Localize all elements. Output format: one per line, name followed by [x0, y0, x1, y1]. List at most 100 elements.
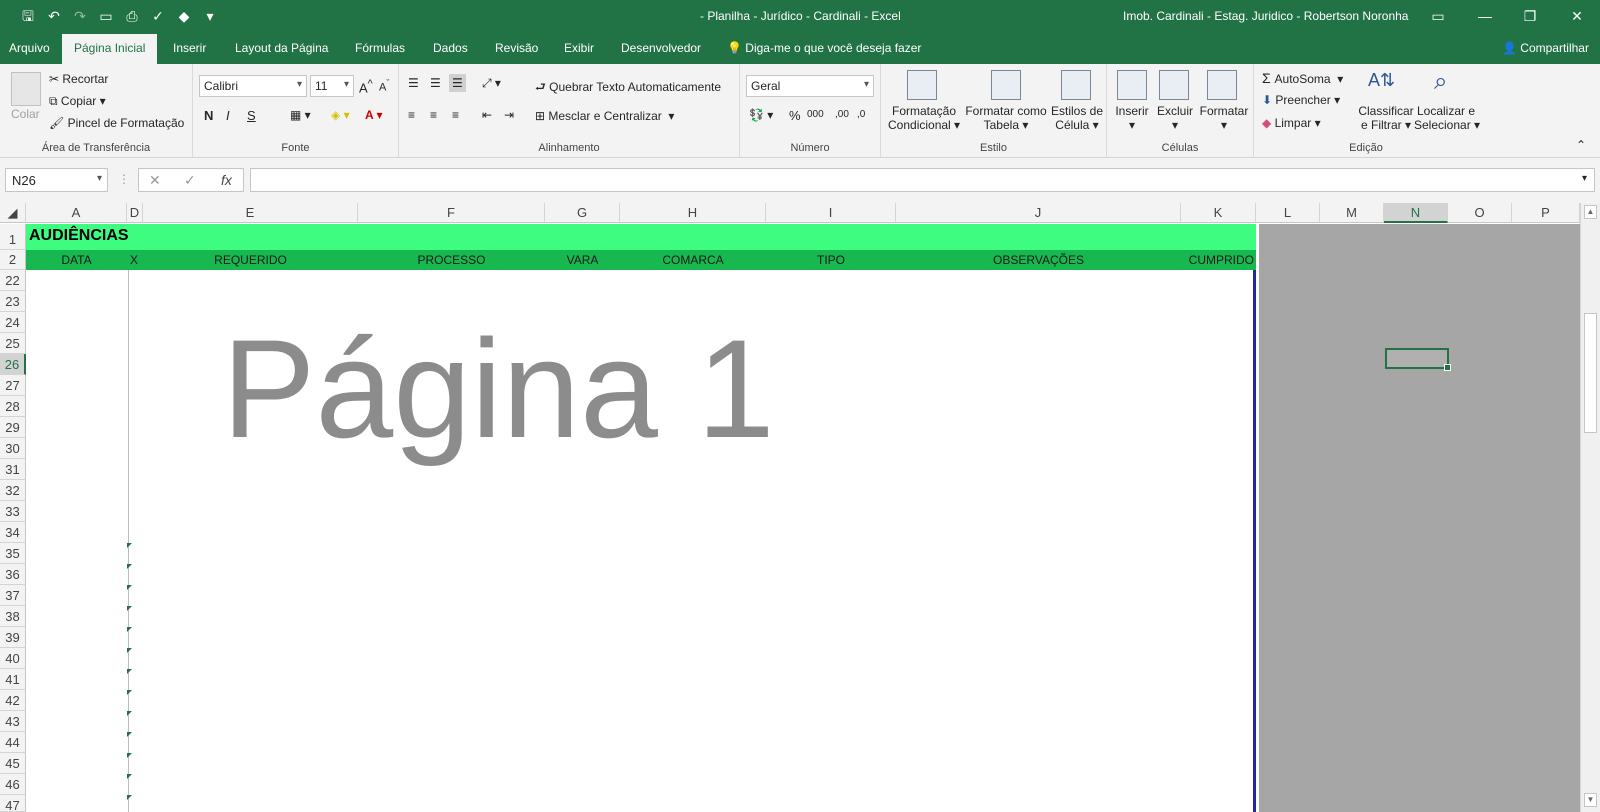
header-cell[interactable]: OBSERVAÇÕES	[896, 253, 1181, 267]
fill-color-icon[interactable]: ◆	[174, 7, 194, 25]
title-row[interactable]: AUDIÊNCIAS	[26, 224, 1256, 250]
row-header[interactable]: 31	[0, 459, 26, 480]
error-indicator-icon[interactable]	[127, 606, 132, 611]
row-header[interactable]: 22	[0, 270, 26, 291]
column-header[interactable]: H	[620, 203, 766, 223]
column-header[interactable]: A	[26, 203, 127, 223]
active-cell-n26[interactable]	[1385, 348, 1451, 371]
expand-formula-icon[interactable]: ▾	[1582, 173, 1587, 184]
increase-indent-icon[interactable]: ⇥	[504, 108, 514, 122]
row-header[interactable]: 24	[0, 312, 26, 333]
open-icon[interactable]: ▭	[96, 7, 116, 25]
font-size-select[interactable]: 11	[310, 75, 354, 97]
cell-styles-button[interactable]: Estilos de Célula ▾	[1049, 104, 1105, 132]
format-as-table-button[interactable]: Formatar como Tabela ▾	[963, 104, 1049, 132]
tab-arquivo[interactable]: Arquivo	[9, 41, 50, 55]
borders-icon[interactable]: ▦ ▾	[290, 108, 311, 122]
row-header[interactable]: 33	[0, 501, 26, 522]
number-format-select[interactable]: Geral	[746, 75, 874, 97]
increase-decimal-icon[interactable]: ,00	[835, 109, 849, 120]
format-cells-button[interactable]: Formatar ▾	[1199, 104, 1249, 132]
row-header[interactable]: 34	[0, 522, 26, 543]
restore-icon[interactable]: ❐	[1518, 6, 1542, 26]
select-all-corner[interactable]: ◢	[0, 203, 26, 223]
tell-me-search[interactable]: 💡 Diga-me o que você deseja fazer	[727, 41, 921, 55]
column-header[interactable]: O	[1448, 203, 1512, 223]
autosum-button[interactable]: Σ AutoSoma ▾	[1262, 70, 1343, 86]
scroll-thumb[interactable]	[1584, 313, 1597, 433]
row-header[interactable]: 32	[0, 480, 26, 501]
column-header[interactable]: D	[127, 203, 143, 223]
column-header[interactable]: F	[358, 203, 545, 223]
redo-icon[interactable]: ↷	[70, 7, 90, 25]
row-header[interactable]: 40	[0, 648, 26, 669]
row-header[interactable]: 47	[0, 795, 26, 812]
align-center-icon[interactable]: ≡	[430, 108, 437, 122]
error-indicator-icon[interactable]	[127, 795, 132, 800]
row-header[interactable]: 27	[0, 375, 26, 396]
column-header[interactable]: K	[1181, 203, 1256, 223]
minimize-icon[interactable]: —	[1473, 6, 1497, 26]
row-header[interactable]: 42	[0, 690, 26, 711]
column-header[interactable]: E	[143, 203, 358, 223]
cut-button[interactable]: ✂ Recortar	[49, 72, 108, 86]
row-header-selected[interactable]: 26	[0, 354, 26, 375]
error-indicator-icon[interactable]	[127, 753, 132, 758]
align-middle-icon[interactable]: ☰	[430, 76, 441, 90]
collapse-ribbon-icon[interactable]: ⌃	[1576, 138, 1586, 152]
row-header[interactable]: 41	[0, 669, 26, 690]
scroll-down-icon[interactable]: ▼	[1584, 793, 1597, 807]
row-header[interactable]: 25	[0, 333, 26, 354]
shrink-font-icon[interactable]: Aˇ	[379, 78, 389, 94]
column-header[interactable]: P	[1512, 203, 1580, 223]
close-icon[interactable]: ✕	[1565, 6, 1589, 26]
column-header-selected[interactable]: N	[1384, 203, 1448, 223]
row-header[interactable]: 39	[0, 627, 26, 648]
wrap-text-button[interactable]: ⮐ Quebrar Texto Automaticamente	[535, 78, 721, 99]
row-header[interactable]: 29	[0, 417, 26, 438]
fill-color-button-icon[interactable]: ◈ ▾	[331, 108, 350, 122]
error-indicator-icon[interactable]	[127, 774, 132, 779]
decrease-indent-icon[interactable]: ⇤	[482, 108, 492, 122]
font-color-icon[interactable]: A ▾	[365, 108, 383, 122]
title-cell[interactable]: AUDIÊNCIAS	[29, 227, 129, 245]
header-cell[interactable]: REQUERIDO	[143, 253, 358, 267]
spelling-icon[interactable]: ✓	[148, 7, 168, 25]
ribbon-display-icon[interactable]: ▭	[1426, 6, 1450, 26]
error-indicator-icon[interactable]	[127, 669, 132, 674]
save-icon[interactable]: 🖫	[18, 7, 38, 25]
header-cell[interactable]: X	[130, 253, 142, 267]
fill-button[interactable]: ⬇ Preencher ▾	[1262, 93, 1340, 107]
tab-revisao[interactable]: Revisão	[495, 41, 538, 55]
tab-inserir[interactable]: Inserir	[173, 41, 206, 55]
error-indicator-icon[interactable]	[127, 711, 132, 716]
row-header[interactable]: 23	[0, 291, 26, 312]
decrease-decimal-icon[interactable]: ,0	[857, 109, 865, 120]
outside-print-area[interactable]	[1259, 224, 1580, 812]
row-header[interactable]: 2	[0, 250, 26, 270]
error-indicator-icon[interactable]	[127, 585, 132, 590]
account-name[interactable]: Imob. Cardinali - Estag. Juridico - Robe…	[1123, 9, 1408, 23]
row-header[interactable]: 28	[0, 396, 26, 417]
tab-pagina-inicial[interactable]: Página Inicial	[62, 34, 158, 64]
enter-icon[interactable]: ✓	[184, 172, 196, 189]
insert-function-icon[interactable]: fx	[221, 172, 232, 188]
grow-font-icon[interactable]: A^	[359, 78, 373, 95]
column-header[interactable]: I	[766, 203, 896, 223]
comma-style-icon[interactable]: 000	[807, 109, 824, 120]
format-painter-button[interactable]: 🖌 Pincel de Formatação	[49, 116, 184, 130]
vertical-scrollbar[interactable]: ▲ ▼	[1580, 203, 1600, 812]
error-indicator-icon[interactable]	[127, 732, 132, 737]
sort-filter-button[interactable]: Classificar e Filtrar ▾	[1358, 104, 1414, 132]
header-cell[interactable]: VARA	[545, 253, 620, 267]
row-header[interactable]: 35	[0, 543, 26, 564]
find-select-button[interactable]: Localizar e Selecionar ▾	[1414, 104, 1480, 132]
align-left-icon[interactable]: ≡	[408, 108, 415, 122]
insert-cells-button[interactable]: Inserir ▾	[1112, 104, 1152, 132]
print-preview-icon[interactable]: ⎙	[122, 7, 142, 25]
header-cell[interactable]: PROCESSO	[358, 253, 545, 267]
worksheet-grid[interactable]: ◢ A D E F G H I J K L M N O P AUDIÊNCIAS…	[0, 203, 1580, 812]
error-indicator-icon[interactable]	[127, 627, 132, 632]
underline-button[interactable]: S	[247, 108, 256, 123]
error-indicator-icon[interactable]	[127, 690, 132, 695]
